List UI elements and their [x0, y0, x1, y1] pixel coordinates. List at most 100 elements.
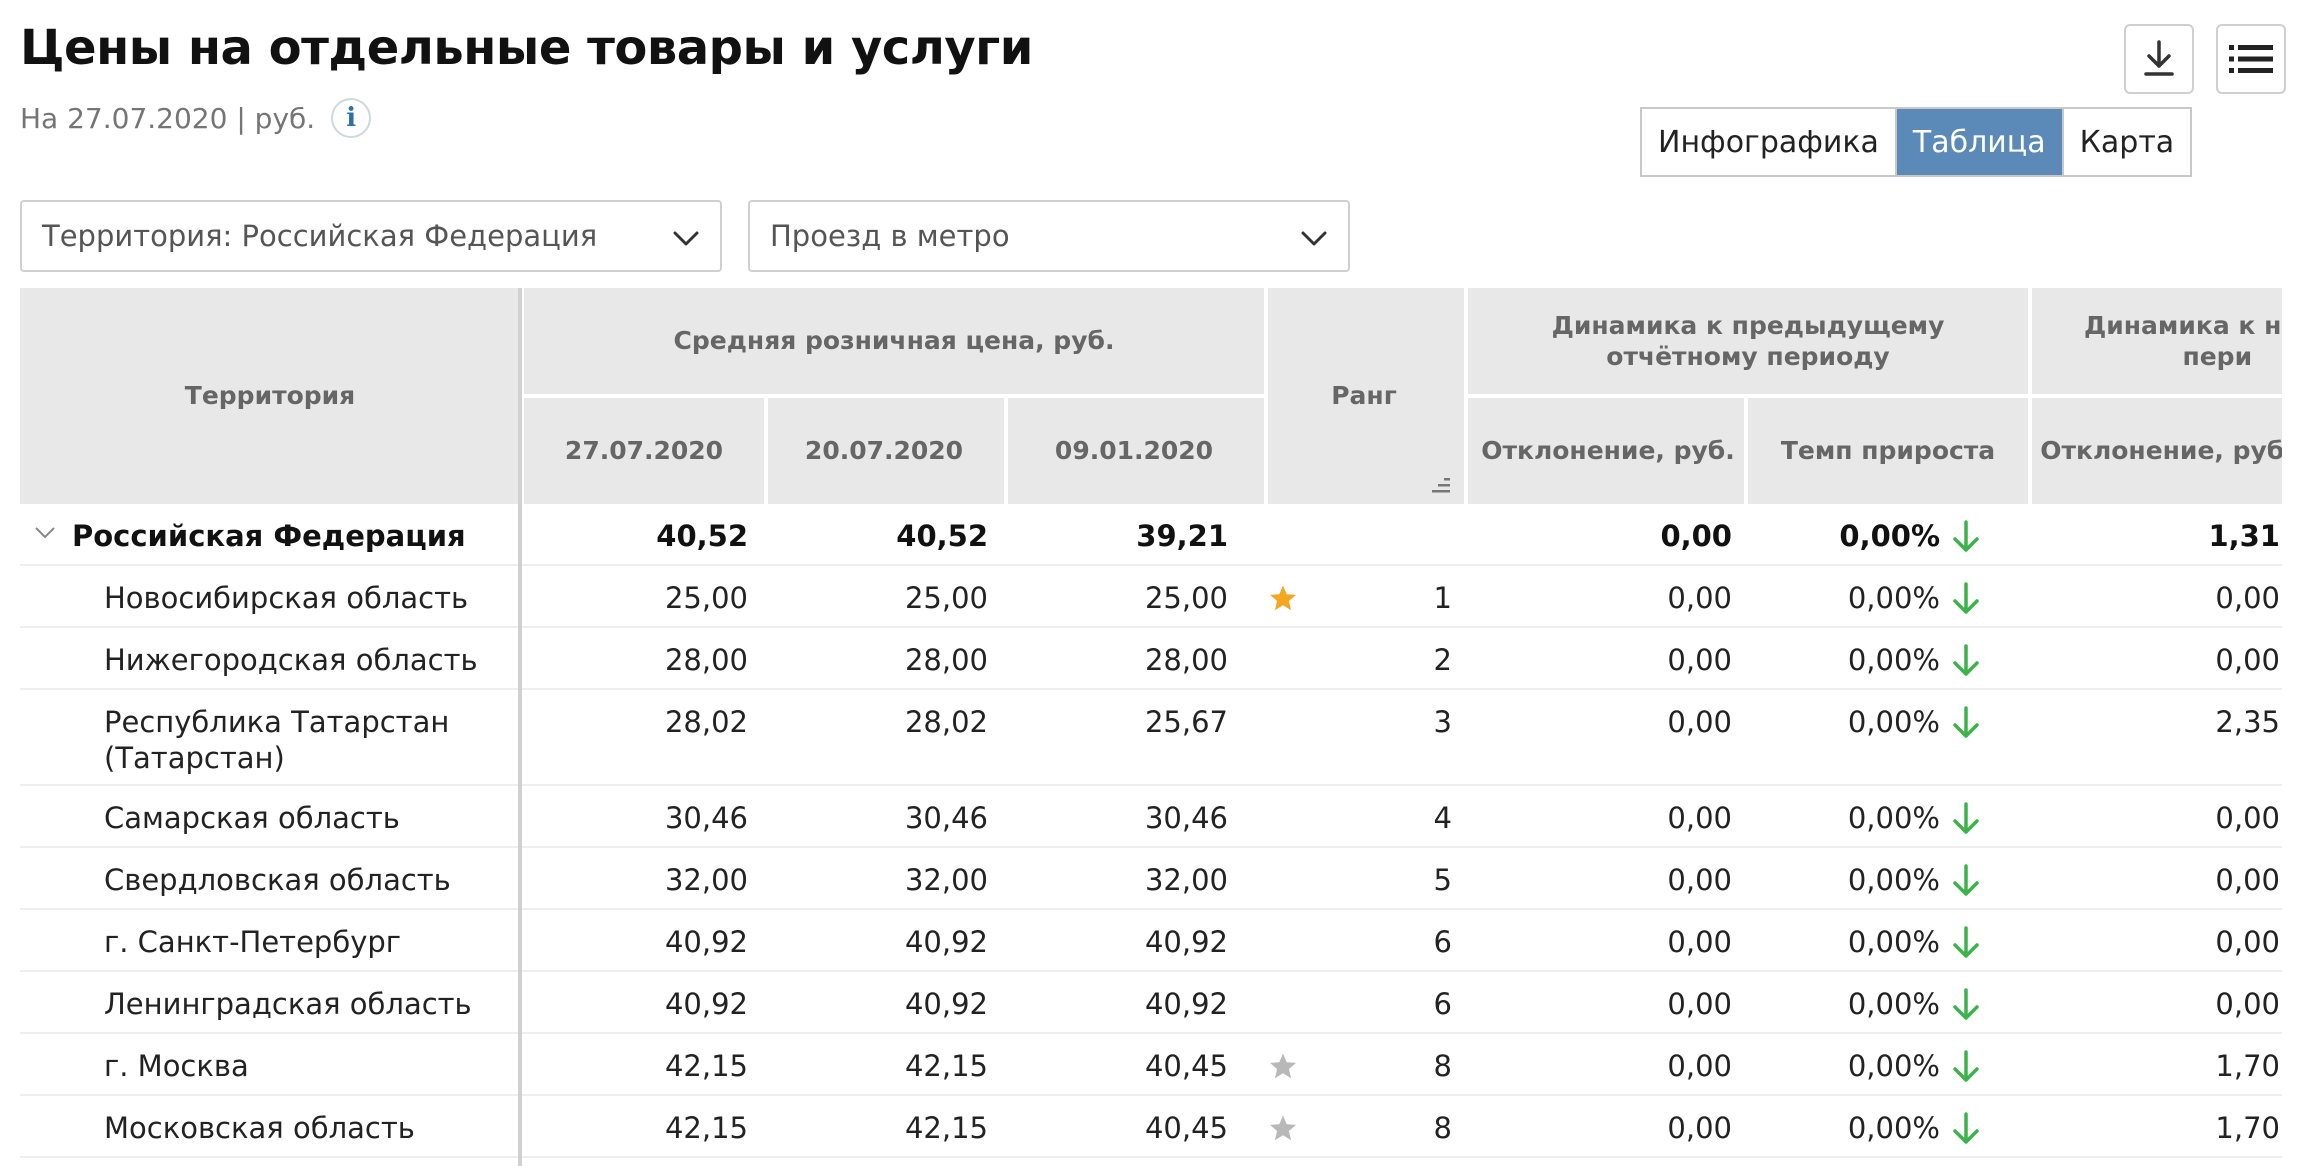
- table-row-total[interactable]: Российская Федерация 40,52 40,52 39,21 0,00 0…: [20, 504, 2282, 566]
- col-header-growth-rate[interactable]: Темп прироста: [1748, 398, 2028, 504]
- cell-price-2: 40,52: [896, 519, 988, 553]
- cell-growth-rate: 0,00%: [1847, 581, 1940, 615]
- col-header-date-1[interactable]: 27.07.2020: [524, 398, 764, 504]
- cell-territory: Самарская область: [104, 801, 400, 835]
- cell-deviation: 0,00: [1660, 519, 1732, 553]
- cell-price-1: 28,00: [664, 643, 748, 677]
- cell-price-2: 32,00: [904, 863, 988, 897]
- view-switcher: Инфографика Таблица Карта: [1640, 107, 2193, 177]
- cell-price-1: 40,92: [664, 925, 748, 959]
- cell-price-3: 40,92: [1144, 925, 1228, 959]
- sort-icon[interactable]: [1430, 476, 1452, 494]
- cell-rank: 1: [1433, 581, 1452, 615]
- cell-deviation-start: 1,70: [2215, 1049, 2280, 1083]
- cell-rank: 4: [1433, 801, 1452, 835]
- table-row[interactable]: г. Санкт-Петербург 40,92 40,92 40,92 6 0,00 0,…: [20, 910, 2282, 972]
- tab-map[interactable]: Карта: [2061, 109, 2191, 175]
- cell-price-1: 40,52: [656, 519, 748, 553]
- list-view-button[interactable]: [2216, 24, 2286, 94]
- list-icon: [2229, 45, 2273, 73]
- product-select-value: Проезд в метро: [770, 219, 1010, 253]
- cell-growth-rate: 0,00%: [1847, 1049, 1940, 1083]
- product-select[interactable]: Проезд в метро: [748, 200, 1350, 272]
- cell-price-1: 25,00: [664, 581, 748, 615]
- info-icon[interactable]: i: [331, 98, 372, 138]
- cell-deviation: 0,00: [1667, 987, 1732, 1021]
- table-header: Территория Средняя розничная цена, руб. …: [20, 288, 2282, 504]
- tab-infographic[interactable]: Инфографика: [1642, 109, 1895, 175]
- cell-deviation-start: 0,00: [2215, 863, 2280, 897]
- table-row[interactable]: Нижегородская область 28,00 28,00 28,00 2 0,0…: [20, 628, 2282, 690]
- cell-rank: 8: [1433, 1111, 1452, 1145]
- cell-deviation: 0,00: [1667, 643, 1732, 677]
- cell-rank: 8: [1433, 1049, 1452, 1083]
- cell-growth-rate: 0,00%: [1847, 987, 1940, 1021]
- cell-price-1: 40,92: [664, 987, 748, 1021]
- arrow-down-icon: [1953, 1050, 1979, 1082]
- table-row[interactable]: Свердловская область 32,00 32,00 32,00 5 0,00…: [20, 848, 2282, 910]
- cell-deviation: 0,00: [1667, 863, 1732, 897]
- cell-price-2: 42,15: [904, 1111, 988, 1145]
- territory-select[interactable]: Территория: Российская Федерация: [20, 200, 722, 272]
- table-row[interactable]: г. Москва 42,15 42,15 40,45 8 0,00 0,00% 1,70: [20, 1034, 2282, 1096]
- cell-price-3: 39,21: [1136, 519, 1228, 553]
- cell-rank: 6: [1433, 987, 1452, 1021]
- tab-table[interactable]: Таблица: [1894, 109, 2062, 175]
- prices-table: Территория Средняя розничная цена, руб. …: [20, 288, 2282, 1166]
- column-divider: [518, 288, 522, 1166]
- cell-territory: Нижегородская область: [104, 643, 478, 677]
- cell-deviation-start: 2,35: [2215, 705, 2280, 739]
- cell-price-1: 30,46: [664, 801, 748, 835]
- cell-territory: Свердловская область: [104, 863, 451, 897]
- table-row[interactable]: Республика Татарстан (Татарстан) 28,02 28,…: [20, 690, 2282, 786]
- cell-territory: г. Москва: [104, 1049, 249, 1083]
- cell-deviation: 0,00: [1667, 705, 1732, 739]
- cell-deviation: 0,00: [1667, 801, 1732, 835]
- table-row[interactable]: Самарская область 30,46 30,46 30,46 4 0,00 0,0…: [20, 786, 2282, 848]
- arrow-down-icon: [1953, 644, 1979, 676]
- arrow-down-icon: [1953, 520, 1979, 552]
- chevron-down-icon[interactable]: [34, 526, 56, 540]
- cell-rank: 2: [1433, 643, 1452, 677]
- table-row[interactable]: Новосибирская область 25,00 25,00 25,00 1 0,0…: [20, 566, 2282, 628]
- cell-price-1: 28,02: [664, 705, 748, 739]
- page-subtitle: На 27.07.2020 | руб. i: [20, 98, 372, 138]
- col-header-rank-label: Ранг: [1331, 381, 1397, 411]
- col-header-territory[interactable]: Территория: [20, 288, 520, 504]
- cell-growth-rate: 0,00%: [1847, 801, 1940, 835]
- cell-growth-rate: 0,00%: [1847, 705, 1940, 739]
- cell-growth-rate: 0,00%: [1847, 863, 1940, 897]
- cell-deviation-start: 0,00: [2215, 925, 2280, 959]
- cell-territory: Новосибирская область: [104, 581, 469, 615]
- cell-growth-rate: 0,00%: [1847, 1111, 1940, 1145]
- cell-price-2: 40,92: [904, 987, 988, 1021]
- cell-deviation-start: 1,70: [2215, 1111, 2280, 1145]
- cell-price-3: 25,00: [1144, 581, 1228, 615]
- chevron-down-icon: [1301, 231, 1327, 246]
- col-header-rank[interactable]: Ранг: [1264, 288, 1464, 504]
- col-header-deviation[interactable]: Отклонение, руб.: [1468, 398, 1748, 504]
- cell-territory: Российская Федерация: [72, 519, 466, 553]
- cell-price-1: 42,15: [664, 1049, 748, 1083]
- arrow-down-icon: [1953, 802, 1979, 834]
- cell-price-3: 25,67: [1144, 705, 1228, 739]
- cell-price-2: 28,02: [904, 705, 988, 739]
- cell-territory: Ленинградская область: [104, 987, 472, 1021]
- download-button[interactable]: [2124, 24, 2194, 94]
- col-header-date-3[interactable]: 09.01.2020: [1004, 398, 1264, 504]
- cell-growth-rate: 0,00%: [1847, 643, 1940, 677]
- table-row[interactable]: Московская область 42,15 42,15 40,45 8 0,00 0,…: [20, 1096, 2282, 1158]
- cell-price-3: 32,00: [1144, 863, 1228, 897]
- page-title: Цены на отдельные товары и услуги: [20, 20, 1033, 76]
- table-body: Российская Федерация 40,52 40,52 39,21 0,00 0…: [20, 504, 2282, 1158]
- cell-growth-rate: 0,00%: [1847, 925, 1940, 959]
- cell-territory: Московская область: [104, 1111, 415, 1145]
- cell-rank: 3: [1433, 705, 1452, 739]
- col-header-date-2[interactable]: 20.07.2020: [764, 398, 1004, 504]
- table-row[interactable]: Ленинградская область 40,92 40,92 40,92 6 0,0…: [20, 972, 2282, 1034]
- col-header-dynamics-prev: Динамика к предыдущему отчётному периоду: [1551, 310, 1945, 371]
- chevron-down-icon: [673, 231, 699, 246]
- col-header-deviation-start[interactable]: Отклонение, руб.: [2032, 398, 2282, 504]
- cell-price-3: 30,46: [1144, 801, 1228, 835]
- cell-price-3: 40,45: [1144, 1049, 1228, 1083]
